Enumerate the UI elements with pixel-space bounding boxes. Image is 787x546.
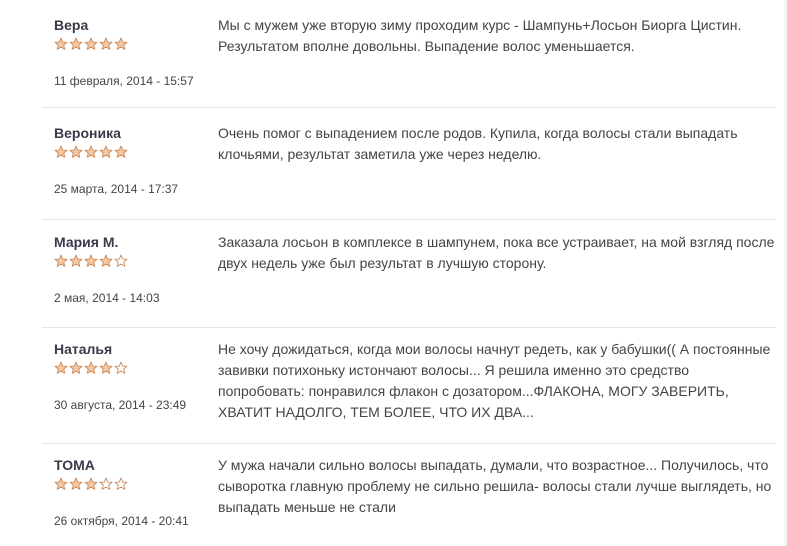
review-date: 11 февраля, 2014 - 15:57 <box>54 74 194 88</box>
star-empty-icon <box>99 477 113 491</box>
review-author: Мария М. <box>54 234 119 250</box>
star-filled-icon <box>54 477 68 491</box>
star-filled-icon <box>114 37 128 51</box>
rating-stars <box>54 37 204 51</box>
review-author: ТОМА <box>54 457 95 473</box>
star-filled-icon <box>54 254 68 268</box>
star-filled-icon <box>84 361 98 375</box>
review-meta: Мария М. 2 мая, 2014 - 14:03 <box>54 233 204 305</box>
star-filled-icon <box>69 254 83 268</box>
review-date: 25 марта, 2014 - 17:37 <box>54 182 179 196</box>
review-author: Вера <box>54 17 89 33</box>
star-filled-icon <box>54 145 68 159</box>
review-date: 2 мая, 2014 - 14:03 <box>54 291 160 305</box>
rating-stars <box>54 254 204 268</box>
star-empty-icon <box>114 254 128 268</box>
review-item: Мария М. 2 мая, 2014 - 14:03 Заказала ло… <box>42 220 776 328</box>
review-date: 26 октября, 2014 - 20:41 <box>54 514 189 528</box>
star-filled-icon <box>84 254 98 268</box>
review-meta: ТОМА 26 октября, 2014 - 20:41 <box>54 456 204 528</box>
review-text: Заказала лосьон в комплексе в шампунем, … <box>218 234 775 271</box>
rating-stars <box>54 477 204 491</box>
star-filled-icon <box>99 361 113 375</box>
review-date: 30 августа, 2014 - 23:49 <box>54 398 187 412</box>
star-filled-icon <box>54 37 68 51</box>
star-filled-icon <box>99 254 113 268</box>
star-empty-icon <box>114 361 128 375</box>
reviews-list: Вера 11 февраля, 2014 - 15:57 Мы с мужем… <box>0 0 787 544</box>
review-text: У мужа начали сильно волосы выпадать, ду… <box>218 457 772 515</box>
star-filled-icon <box>84 145 98 159</box>
star-filled-icon <box>99 145 113 159</box>
review-meta: Вероника 25 марта, 2014 - 17:37 <box>54 124 204 196</box>
review-text: Мы с мужем уже вторую зиму проходим курс… <box>218 17 742 54</box>
review-item: Наталья 30 августа, 2014 - 23:49 Не хочу… <box>42 328 776 444</box>
star-filled-icon <box>114 145 128 159</box>
star-filled-icon <box>69 145 83 159</box>
review-meta: Вера 11 февраля, 2014 - 15:57 <box>54 16 204 88</box>
review-item: Вероника 25 марта, 2014 - 17:37 Очень по… <box>42 108 776 220</box>
review-text: Не хочу дожидаться, когда мои волосы нач… <box>218 341 771 420</box>
star-filled-icon <box>99 37 113 51</box>
star-filled-icon <box>84 37 98 51</box>
rating-stars <box>54 145 204 159</box>
review-item: Вера 11 февраля, 2014 - 15:57 Мы с мужем… <box>42 0 776 108</box>
star-filled-icon <box>54 361 68 375</box>
review-meta: Наталья 30 августа, 2014 - 23:49 <box>54 340 204 412</box>
review-author: Вероника <box>54 125 121 141</box>
review-text: Очень помог с выпадением после родов. Ку… <box>218 125 738 162</box>
review-author: Наталья <box>54 341 113 357</box>
star-filled-icon <box>84 477 98 491</box>
star-filled-icon <box>69 361 83 375</box>
rating-stars <box>54 361 204 375</box>
review-item: ТОМА 26 октября, 2014 - 20:41 У мужа нач… <box>42 444 776 544</box>
star-empty-icon <box>114 477 128 491</box>
star-filled-icon <box>69 37 83 51</box>
star-filled-icon <box>69 477 83 491</box>
